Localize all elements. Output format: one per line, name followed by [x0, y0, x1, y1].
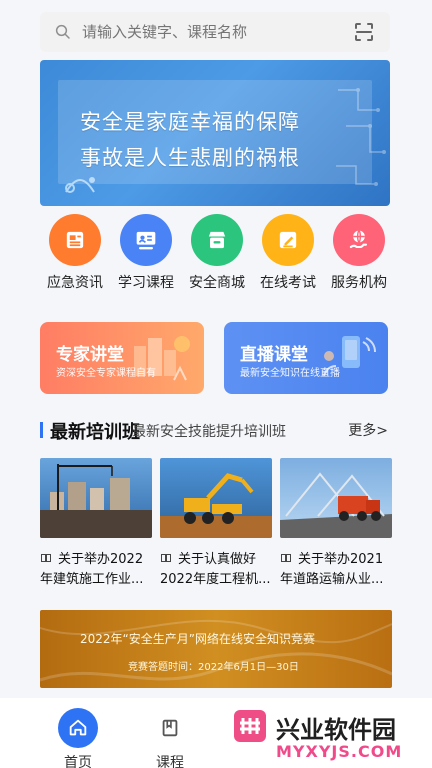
pencil-icon: [279, 231, 297, 249]
promo-subtitle: 最新安全知识在线直播: [240, 368, 340, 379]
menu-item-service[interactable]: 服务机构: [324, 214, 394, 292]
teacher-icon: [136, 231, 156, 250]
watermark: 兴业软件园 MYXYJS.COM: [224, 704, 432, 768]
tab-label: 课程: [156, 755, 184, 768]
section-title: 最新培训班: [50, 422, 140, 443]
watermark-site: MYXYJS.COM: [276, 742, 403, 761]
competition-title: 2022年“安全生产月”网络在线安全知识竞赛: [80, 632, 315, 646]
truck-bridge-image: [280, 458, 392, 538]
menu-label: 在线考试: [260, 275, 316, 291]
section-subtitle: 最新安全技能提升培训班: [132, 424, 286, 440]
menu-icon-bg: [191, 214, 243, 266]
watermark-title: 兴业软件园: [276, 716, 396, 744]
menu-item-courses[interactable]: 学习课程: [111, 214, 181, 292]
promo-title: 直播课堂: [240, 345, 308, 365]
tab-label: 首页: [64, 755, 92, 768]
app-screen: 安全是家庭幸福的保障 事故是人生悲剧的祸根 应急资讯: [0, 0, 432, 768]
menu-label: 应急资讯: [47, 275, 103, 291]
competition-banner[interactable]: 2022年“安全生产月”网络在线安全知识竞赛 竞赛答题时间：2022年6月1日—…: [40, 610, 392, 688]
home-tab-icon-wrap: [58, 708, 98, 748]
menu-icon-bg: [120, 214, 172, 266]
live-class-card[interactable]: 直播课堂 最新安全知识在线直播: [224, 322, 388, 394]
quick-menu: 应急资讯 学习课程 安全商城 在线考试 服务机构: [40, 214, 392, 302]
logo-icon: [234, 710, 266, 742]
course-card[interactable]: 关于举办2021年道路运输从业...: [280, 458, 392, 590]
course-title: 关于认真做好2022年度工程机...: [160, 550, 272, 590]
book-icon: [41, 554, 51, 562]
course-card[interactable]: 关于举办2022年建筑施工作业...: [40, 458, 152, 590]
more-link[interactable]: 更多>: [348, 420, 388, 440]
search-bar[interactable]: [40, 12, 390, 52]
construction-site-image: [40, 458, 152, 538]
hero-banner[interactable]: 安全是家庭幸福的保障 事故是人生悲剧的祸根: [40, 60, 390, 206]
globe-hand-icon: [349, 230, 368, 249]
building-icon: [134, 336, 190, 381]
course-title: 关于举办2021年道路运输从业...: [280, 550, 392, 590]
menu-item-exam[interactable]: 在线考试: [253, 214, 323, 292]
section-accent-bar: [40, 422, 43, 438]
book-icon: [281, 554, 291, 562]
home-icon: [69, 719, 87, 736]
banner-subtitle-line: 事故是人生悲剧的祸根: [80, 146, 300, 170]
menu-item-news[interactable]: 应急资讯: [40, 214, 110, 292]
live-stream-icon: [323, 336, 376, 377]
decorative-pattern-icon: [40, 619, 392, 682]
menu-icon-bg: [262, 214, 314, 266]
book-icon: [161, 554, 171, 562]
scan-icon[interactable]: [352, 20, 376, 44]
competition-time: 竞赛答题时间：2022年6月1日—30日: [128, 662, 299, 673]
menu-item-store[interactable]: 安全商城: [182, 214, 252, 292]
search-input[interactable]: [80, 22, 334, 42]
training-section-header: 最新培训班 最新安全技能提升培训班 更多>: [40, 418, 392, 446]
menu-icon-bg: [49, 214, 101, 266]
course-card[interactable]: 关于认真做好2022年度工程机...: [160, 458, 272, 590]
expert-lecture-card[interactable]: 专家讲堂 资深安全专家课程自有: [40, 322, 204, 394]
menu-icon-bg: [333, 214, 385, 266]
menu-label: 服务机构: [331, 275, 387, 291]
store-icon: [208, 231, 226, 249]
excavator-image: [160, 458, 272, 538]
newspaper-icon: [66, 231, 84, 249]
menu-label: 安全商城: [189, 275, 245, 291]
tab-home[interactable]: 首页: [48, 708, 108, 768]
menu-label: 学习课程: [118, 275, 174, 291]
course-title-text: 关于举办2021年道路运输从业...: [280, 552, 384, 587]
search-icon: [55, 24, 70, 39]
bookmark-icon: [162, 719, 178, 737]
promo-subtitle: 资深安全专家课程自有: [56, 368, 156, 379]
course-title-text: 关于举办2022年建筑施工作业...: [40, 552, 144, 587]
banner-title-line: 安全是家庭幸福的保障: [80, 110, 300, 134]
promo-title: 专家讲堂: [56, 345, 124, 365]
circuit-pattern-icon: [336, 88, 386, 186]
tab-courses[interactable]: 课程: [140, 708, 200, 768]
course-title-text: 关于认真做好2022年度工程机...: [160, 552, 271, 587]
course-title: 关于举办2022年建筑施工作业...: [40, 550, 152, 590]
courses-tab-icon-wrap: [150, 708, 190, 748]
